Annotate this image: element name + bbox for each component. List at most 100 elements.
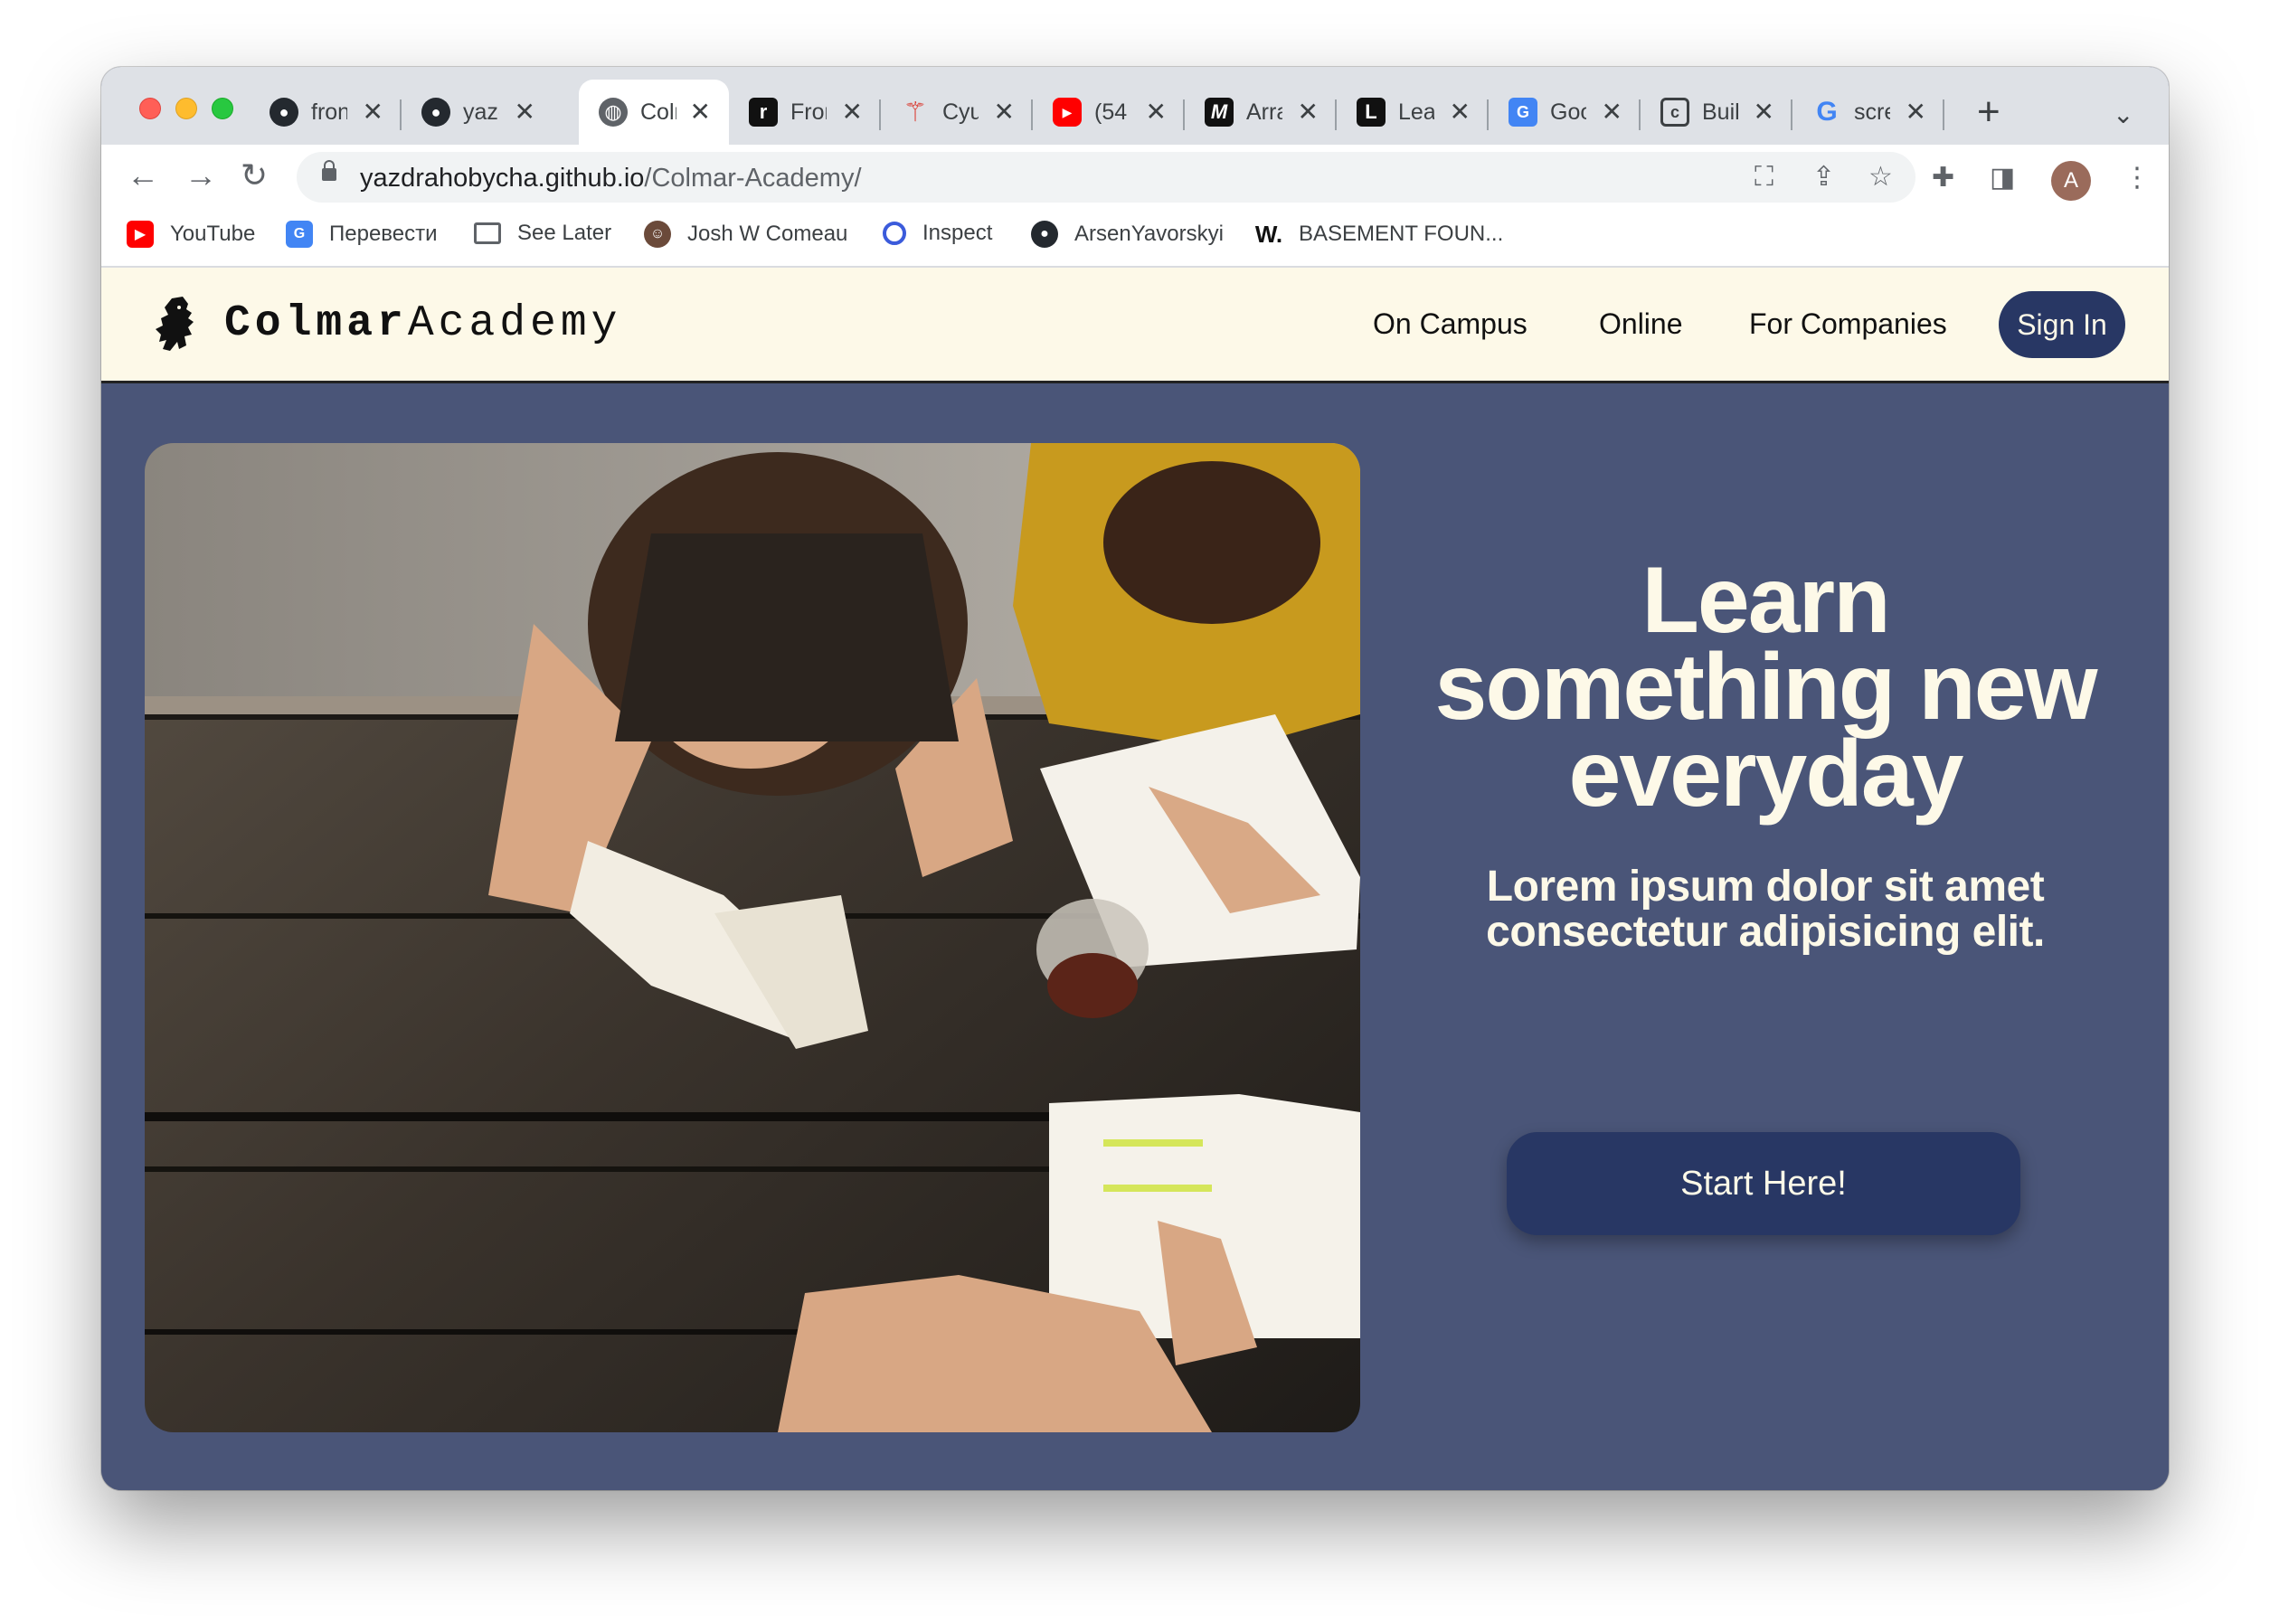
forward-arrow-icon[interactable]: →: [184, 157, 217, 194]
leetcode-icon: L: [1357, 98, 1386, 127]
browser-toolbar: ← → ↻ yazdrahobycha.github.io/Colmar-Aca…: [101, 145, 2169, 208]
tab-10[interactable]: c Buil ✕: [1641, 80, 1792, 145]
close-icon[interactable]: ✕: [842, 99, 863, 125]
google-translate-icon: G: [286, 221, 313, 248]
tab-11[interactable]: G scre ✕: [1792, 80, 1944, 145]
bookmark-label: ArsenYavorskyi: [1074, 222, 1224, 246]
bookmark-label: BASEMENT FOUN...: [1299, 222, 1504, 246]
google-translate-icon: G: [1509, 98, 1537, 127]
nav-on-campus[interactable]: On Campus: [1373, 307, 1528, 341]
web-page: ColmarAcademy On Campus Online For Compa…: [101, 268, 2169, 1490]
lion-logo-icon: [156, 297, 194, 351]
close-icon[interactable]: ✕: [690, 99, 711, 125]
browser-window: ● fron ✕ ● yazd ✕ ◍ Colm ✕ r Fron ✕ ⚚ Cy…: [101, 67, 2169, 1490]
bookmark-basement-foundry[interactable]: W. BASEMENT FOUN...: [1255, 221, 1503, 248]
address-bar[interactable]: yazdrahobycha.github.io/Colmar-Academy/ …: [297, 152, 1915, 203]
new-tab-plus-icon[interactable]: +: [1977, 92, 2000, 132]
sign-in-button[interactable]: Sign In: [1999, 291, 2125, 358]
tab-title: Buil: [1702, 99, 1738, 125]
tab-1[interactable]: ● fron ✕: [250, 80, 402, 145]
tab-title: Cyu: [942, 99, 979, 125]
brand-logo-link[interactable]: ColmarAcademy: [152, 295, 621, 353]
youtube-icon: ▶: [127, 221, 154, 248]
youtube-icon: ▶: [1053, 98, 1082, 127]
bookmark-see-later[interactable]: See Later: [474, 221, 611, 246]
w-icon: W.: [1254, 220, 1283, 248]
close-icon[interactable]: ✕: [363, 99, 383, 125]
close-icon[interactable]: ✕: [515, 99, 535, 125]
side-panel-icon[interactable]: ◨: [1990, 165, 2015, 192]
github-icon: ●: [1031, 221, 1058, 248]
bookmark-josh-w-comeau[interactable]: ☺ Josh W Comeau: [644, 221, 847, 248]
bookmark-translate[interactable]: G Перевести: [286, 221, 438, 248]
bookmark-label: YouTube: [170, 222, 256, 246]
translate-icon[interactable]: ⛶: [1755, 163, 1773, 192]
tab-3-active[interactable]: ◍ Colm ✕: [579, 80, 729, 145]
reload-icon[interactable]: ↻: [241, 157, 268, 194]
tab-7[interactable]: M Arra ✕: [1185, 80, 1337, 145]
tab-title: Fron: [790, 99, 827, 125]
tab-title: Lea: [1398, 99, 1434, 125]
tab-5[interactable]: ⚚ Cyu ✕: [881, 80, 1033, 145]
brand-name-bold: Colmar: [224, 299, 408, 348]
chevron-down-icon[interactable]: ⌄: [2113, 99, 2133, 129]
close-icon[interactable]: ✕: [994, 99, 1015, 125]
close-icon[interactable]: ✕: [1754, 99, 1774, 125]
close-icon[interactable]: ✕: [1298, 99, 1319, 125]
hero-photo-illustration: [145, 443, 1360, 1432]
github-icon: ●: [421, 98, 450, 127]
lock-icon: [322, 160, 336, 181]
inspect-icon: [883, 222, 906, 245]
tab-8[interactable]: L Lea ✕: [1337, 80, 1489, 145]
url-path: /Colmar-Academy/: [644, 164, 862, 193]
tab-title: Colm: [640, 99, 676, 125]
globe-icon: ◍: [599, 98, 628, 127]
brand-name-light: Academy: [407, 299, 622, 348]
url-text[interactable]: yazdrahobycha.github.io/Colmar-Academy/: [360, 164, 862, 194]
window-maximize-button[interactable]: [212, 98, 233, 119]
url-host: yazdrahobycha.github.io: [360, 164, 645, 193]
bookmark-inspect[interactable]: Inspect: [883, 221, 992, 246]
close-icon[interactable]: ✕: [1602, 99, 1622, 125]
m-icon: M: [1205, 98, 1234, 127]
extensions-puzzle-icon[interactable]: ✚: [1932, 165, 1954, 192]
profile-avatar[interactable]: A: [2051, 161, 2091, 201]
tab-strip: ● fron ✕ ● yazd ✕ ◍ Colm ✕ r Fron ✕ ⚚ Cy…: [101, 67, 2169, 145]
bookmark-label: Перевести: [329, 222, 438, 246]
close-icon[interactable]: ✕: [1450, 99, 1471, 125]
share-icon[interactable]: ⇪: [1812, 163, 1835, 192]
hero-image: [145, 443, 1360, 1432]
close-icon[interactable]: ✕: [1146, 99, 1167, 125]
nav-for-companies[interactable]: For Companies: [1749, 307, 1947, 341]
start-here-button[interactable]: Start Here!: [1507, 1132, 2020, 1235]
hero-subheadline: Lorem ipsum dolor sit amet consectetur a…: [1486, 863, 2045, 956]
bookmark-arsenyavorskyi[interactable]: ● ArsenYavorskyi: [1031, 221, 1224, 248]
google-icon: G: [1816, 97, 1838, 127]
window-minimize-button[interactable]: [175, 98, 197, 119]
tab-6[interactable]: ▶ (54 ✕: [1033, 80, 1185, 145]
bookmark-label: See Later: [517, 221, 612, 245]
cyu-icon: ⚚: [903, 97, 928, 127]
tab-title: Arra: [1246, 99, 1282, 125]
tab-title: (54: [1094, 99, 1128, 125]
tab-title: scre: [1854, 99, 1890, 125]
frontend-mentor-icon: r: [749, 98, 778, 127]
tab-2[interactable]: ● yazd ✕: [402, 80, 553, 145]
tab-9[interactable]: G Goo ✕: [1489, 80, 1641, 145]
github-icon: ●: [270, 98, 298, 127]
menu-kebab-icon[interactable]: ⋮: [2123, 165, 2151, 192]
tab-4[interactable]: r Fron ✕: [729, 80, 881, 145]
hero-headline: Learn something new everyday: [1434, 548, 2098, 826]
close-icon[interactable]: ✕: [1906, 99, 1926, 125]
site-header: ColmarAcademy On Campus Online For Compa…: [101, 268, 2169, 383]
bookmarks-bar: ▶ YouTube G Перевести See Later ☺ Josh W Co…: [101, 208, 2169, 268]
bookmark-youtube[interactable]: ▶ YouTube: [127, 221, 255, 248]
tab-divider: [1943, 99, 1944, 130]
window-close-button[interactable]: [139, 98, 161, 119]
tab-title: fron: [311, 99, 347, 125]
brand-name: ColmarAcademy: [224, 299, 621, 348]
back-arrow-icon[interactable]: ←: [127, 157, 159, 194]
nav-online[interactable]: Online: [1599, 307, 1683, 341]
tab-title: Goo: [1550, 99, 1586, 125]
bookmark-star-icon[interactable]: ☆: [1868, 163, 1893, 192]
